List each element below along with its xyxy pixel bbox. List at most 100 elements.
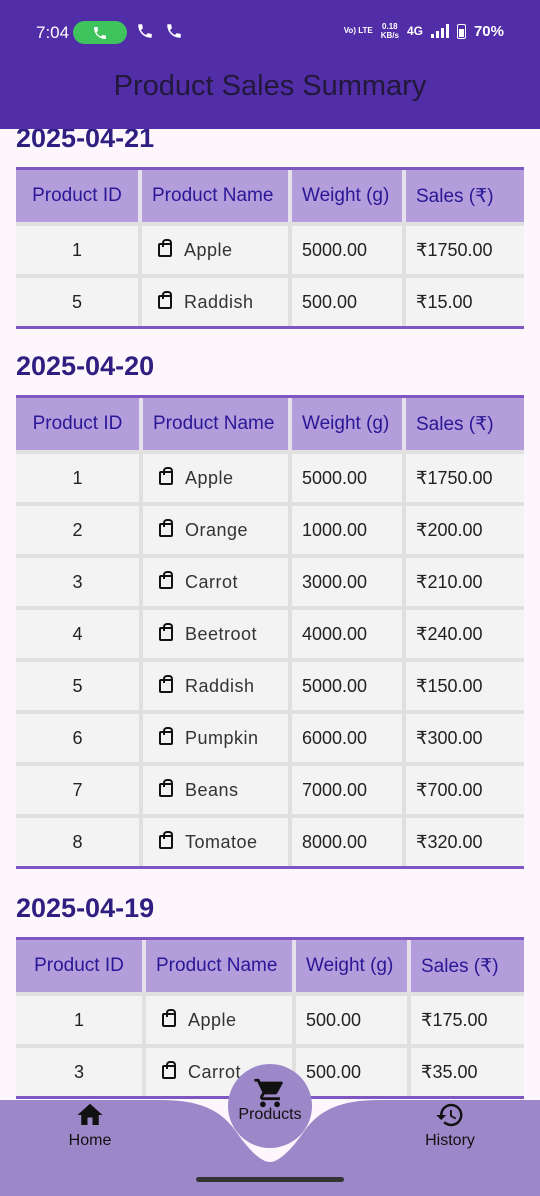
cell-sales: ₹200.00 (406, 502, 524, 554)
col-header-sales: Sales (₹) (411, 940, 524, 992)
gesture-bar[interactable] (196, 1177, 344, 1182)
app-bar: 7:04 Vo) LTE 0.18 KB/s 4G 70% Product Sal… (0, 0, 540, 129)
cell-id: 4 (16, 606, 143, 658)
network-speed: 0.18 KB/s (381, 22, 399, 40)
signal-icon (430, 24, 449, 38)
sales-table: Product ID Product Name Weight (g) Sales… (16, 395, 524, 869)
cell-id: 5 (16, 658, 143, 710)
cell-weight: 6000.00 (292, 710, 406, 762)
shopping-bag-icon (159, 622, 173, 641)
cell-sales: ₹150.00 (406, 658, 524, 710)
col-header-name: Product Name (143, 398, 292, 450)
battery-percent: 70% (473, 22, 504, 40)
table-header-row: Product ID Product Name Weight (g) Sales… (16, 398, 524, 450)
section-date: 2025-04-21 (16, 129, 155, 153)
table-row: 5 Raddish 5000.00 ₹150.00 (16, 658, 524, 710)
shopping-bag-icon (159, 466, 173, 485)
cell-name: Apple (143, 450, 292, 502)
cart-icon (254, 1078, 283, 1108)
product-name: Carrot (188, 1061, 242, 1082)
product-name: Apple (188, 1009, 237, 1030)
table-row: 6 Pumpkin 6000.00 ₹300.00 (16, 710, 524, 762)
table-row: 8 Tomatoe 8000.00 ₹320.00 (16, 814, 524, 866)
table-row: 5 Raddish 500.00 ₹15.00 (16, 274, 524, 326)
status-indicators: Vo) LTE 0.18 KB/s 4G 70% (344, 22, 504, 40)
col-header-weight: Weight (g) (292, 170, 406, 222)
call-status-icons (136, 22, 183, 45)
cell-sales: ₹175.00 (411, 992, 524, 1044)
nav-products-label: Products (238, 1106, 302, 1123)
product-name: Apple (185, 467, 234, 488)
cell-id: 1 (16, 450, 143, 502)
sales-table: Product ID Product Name Weight (g) Sales… (16, 167, 524, 329)
cell-id: 1 (16, 992, 146, 1044)
cell-name: Pumpkin (143, 710, 292, 762)
network-type: 4G (406, 24, 423, 38)
cell-name: Apple (146, 992, 296, 1044)
cell-name: Beetroot (143, 606, 292, 658)
product-name: Raddish (184, 291, 254, 312)
table-row: 3 Carrot 3000.00 ₹210.00 (16, 554, 524, 606)
table-row: 7 Beans 7000.00 ₹700.00 (16, 762, 524, 814)
cell-weight: 5000.00 (292, 450, 406, 502)
product-name: Apple (184, 239, 233, 260)
table-header-row: Product ID Product Name Weight (g) Sales… (16, 170, 524, 222)
nav-history-label: History (425, 1132, 475, 1149)
cell-weight: 3000.00 (292, 554, 406, 606)
cell-weight: 5000.00 (292, 658, 406, 710)
product-name: Tomatoe (185, 831, 258, 852)
product-name: Raddish (185, 675, 255, 696)
cell-sales: ₹1750.00 (406, 450, 524, 502)
cell-id: 5 (16, 274, 142, 326)
col-header-weight: Weight (g) (296, 940, 411, 992)
table-header-row: Product ID Product Name Weight (g) Sales… (16, 940, 524, 992)
shopping-bag-icon (159, 570, 173, 589)
missed-call-icon (138, 24, 152, 38)
active-call-pill[interactable] (73, 21, 127, 44)
shopping-bag-icon (159, 674, 173, 693)
product-name: Pumpkin (185, 727, 259, 748)
cell-weight: 500.00 (296, 1044, 411, 1096)
col-header-id: Product ID (16, 170, 142, 222)
cell-sales: ₹700.00 (406, 762, 524, 814)
date-section: 2025-04-20 Product ID Product Name Weigh… (16, 351, 524, 869)
cell-sales: ₹35.00 (411, 1044, 524, 1096)
cell-sales: ₹320.00 (406, 814, 524, 866)
product-name: Beetroot (185, 623, 258, 644)
section-date: 2025-04-20 (16, 351, 155, 381)
sales-list[interactable]: 2025-04-21 Product ID Product Name Weigh… (16, 129, 524, 1100)
cell-name: Carrot (143, 554, 292, 606)
table-row: 4 Beetroot 4000.00 ₹240.00 (16, 606, 524, 658)
battery-icon (456, 23, 466, 39)
history-icon (436, 1103, 463, 1127)
product-name: Orange (185, 519, 249, 540)
shopping-bag-icon (159, 518, 173, 537)
page-title: Product Sales Summary (113, 70, 427, 102)
col-header-sales: Sales (₹) (406, 398, 524, 450)
cell-id: 3 (16, 554, 143, 606)
status-bar: 7:04 Vo) LTE 0.18 KB/s 4G 70% (0, 0, 540, 64)
cell-name: Orange (143, 502, 292, 554)
shopping-bag-icon (159, 778, 173, 797)
cell-weight: 1000.00 (292, 502, 406, 554)
nav-history[interactable]: History (410, 1100, 490, 1150)
phone-icon (166, 24, 181, 38)
cell-id: 6 (16, 710, 143, 762)
speed-unit: KB/s (380, 31, 399, 40)
shopping-bag-icon (158, 238, 172, 257)
cell-sales: ₹240.00 (406, 606, 524, 658)
product-name: Carrot (185, 571, 239, 592)
nav-home[interactable]: Home (55, 1100, 125, 1150)
cell-name: Apple (142, 222, 292, 274)
speed-value: 0.18 (382, 22, 398, 31)
cell-id: 2 (16, 502, 143, 554)
shopping-bag-icon (159, 830, 173, 849)
product-name: Beans (185, 779, 239, 800)
cell-sales: ₹1750.00 (406, 222, 524, 274)
cell-weight: 500.00 (296, 992, 411, 1044)
phone-icon (94, 26, 106, 39)
nav-products[interactable]: Products (228, 1064, 312, 1148)
date-section: 2025-04-21 Product ID Product Name Weigh… (16, 129, 524, 329)
shopping-bag-icon (158, 290, 172, 309)
col-header-id: Product ID (16, 398, 143, 450)
